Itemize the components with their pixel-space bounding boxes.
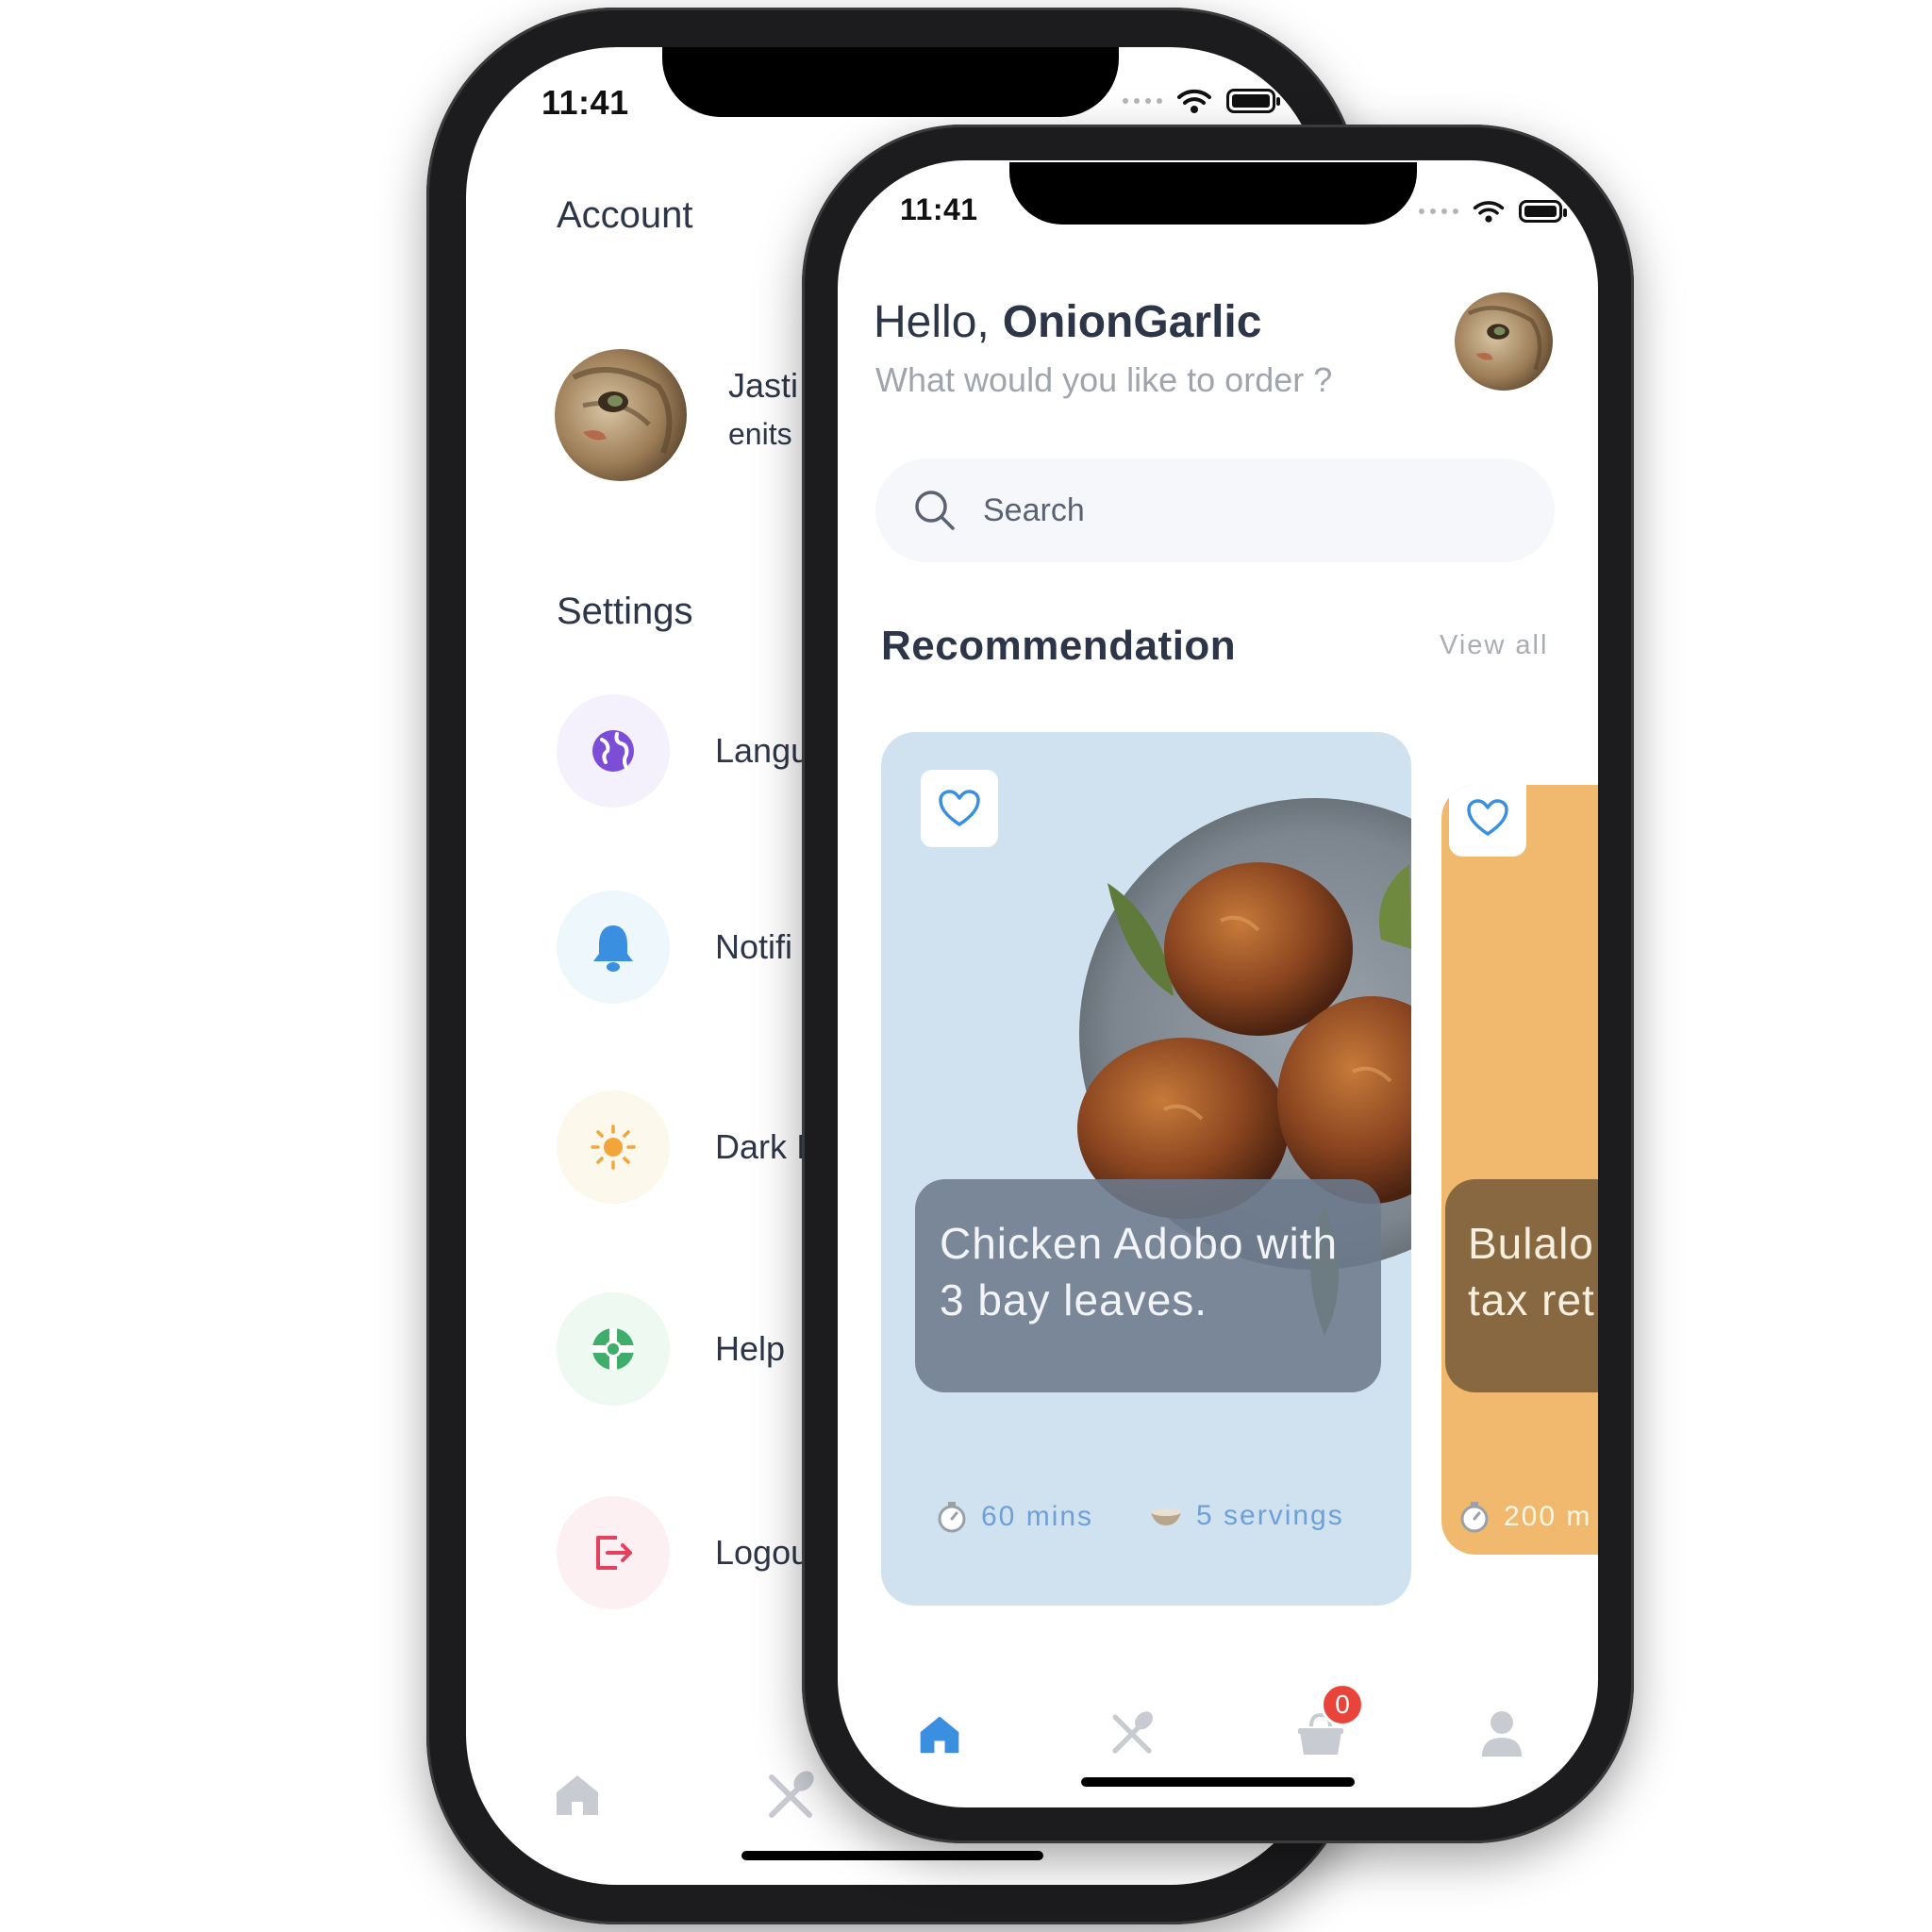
account-status-icons bbox=[1123, 87, 1280, 115]
tab-recipes[interactable] bbox=[1098, 1700, 1166, 1768]
signal-icon bbox=[1123, 98, 1162, 104]
setting-help-label: Help bbox=[715, 1329, 786, 1368]
account-notch bbox=[662, 47, 1119, 117]
recipe-title-2: Bulalo tax ret bbox=[1468, 1219, 1595, 1324]
home-screen: Search Chicken Adobo with 3 bay leaves. … bbox=[838, 160, 1598, 1807]
cart-badge: 0 bbox=[1321, 1683, 1364, 1726]
search-input[interactable]: Search bbox=[983, 492, 1085, 529]
account-tab-home[interactable] bbox=[547, 1764, 608, 1824]
tab-home[interactable] bbox=[906, 1700, 974, 1768]
account-status-time: 11:41 bbox=[541, 83, 629, 122]
stopwatch-icon bbox=[938, 1502, 966, 1533]
setting-logout-label: Logou bbox=[715, 1533, 810, 1572]
setting-logout[interactable]: Logou bbox=[557, 1496, 809, 1609]
recipe-time-label: 60 mins bbox=[981, 1501, 1094, 1532]
setting-dark-mode-label: Dark I bbox=[715, 1127, 807, 1166]
setting-dark-mode[interactable]: Dark I bbox=[557, 1091, 806, 1204]
settings-title: Settings bbox=[557, 591, 693, 632]
home-indicator bbox=[1081, 1777, 1355, 1787]
favorite-button-2[interactable] bbox=[1449, 785, 1526, 857]
home-status-icons bbox=[1419, 198, 1567, 225]
logout-icon-circle bbox=[557, 1496, 670, 1609]
notifications-icon-circle bbox=[557, 891, 670, 1004]
heart-icon bbox=[939, 790, 980, 826]
view-all-link[interactable]: View all bbox=[1440, 630, 1548, 661]
recipe-servings-label: 5 servings bbox=[1196, 1500, 1344, 1531]
account-user-name: Jasti bbox=[728, 366, 799, 405]
setting-notifications-label: Notifi bbox=[715, 927, 793, 966]
account-tab-recipes[interactable] bbox=[760, 1766, 821, 1826]
recipe-time-label-2: 200 m bbox=[1504, 1501, 1592, 1532]
setting-language-label: Langu bbox=[715, 731, 810, 770]
stopwatch-icon bbox=[1460, 1502, 1489, 1533]
recommendation-title: Recommendation bbox=[881, 623, 1237, 669]
recipe-servings: 5 servings bbox=[1149, 1500, 1344, 1532]
sun-icon bbox=[591, 1124, 636, 1170]
username: OnionGarlic bbox=[1002, 297, 1262, 347]
setting-notifications[interactable]: Notifi bbox=[557, 891, 792, 1004]
tab-cart[interactable]: 0 bbox=[1285, 1683, 1364, 1770]
language-icon-circle bbox=[557, 694, 670, 808]
search-icon bbox=[915, 491, 955, 530]
recipe-time-2: 200 m bbox=[1458, 1500, 1591, 1534]
tab-profile[interactable] bbox=[1468, 1700, 1536, 1768]
bell-icon bbox=[593, 925, 633, 972]
account-user-email: enits bbox=[728, 417, 792, 451]
search-bar[interactable]: Search bbox=[875, 458, 1555, 562]
cat-photo bbox=[555, 349, 687, 481]
cat-photo bbox=[1455, 292, 1553, 391]
utensils-icon bbox=[769, 1771, 814, 1818]
recipe-card[interactable]: Chicken Adobo with 3 bay leaves. 60 mins… bbox=[881, 732, 1411, 1606]
recipe-title: Chicken Adobo with 3 bay leaves. bbox=[940, 1219, 1339, 1324]
profile-avatar[interactable] bbox=[1455, 292, 1553, 391]
recipe-card-2[interactable]: Bulalo tax ret 200 m bbox=[1441, 785, 1598, 1555]
setting-help[interactable]: Help bbox=[557, 1292, 785, 1406]
lifebuoy-icon bbox=[592, 1328, 634, 1370]
account-avatar[interactable] bbox=[555, 349, 687, 481]
wifi-icon bbox=[1473, 201, 1505, 223]
utensils-icon bbox=[1112, 1711, 1153, 1754]
globe-icon bbox=[592, 730, 634, 772]
heart-icon bbox=[1467, 799, 1508, 836]
bowl-icon bbox=[1151, 1508, 1181, 1525]
favorite-button[interactable] bbox=[921, 770, 998, 847]
home-status-time: 11:41 bbox=[900, 192, 978, 226]
battery-icon bbox=[1226, 89, 1280, 113]
home-icon bbox=[920, 1716, 959, 1754]
user-icon bbox=[1482, 1711, 1522, 1757]
chicken-adobo-photo bbox=[1077, 798, 1411, 1336]
wifi-icon bbox=[1177, 89, 1211, 113]
dark-mode-icon-circle bbox=[557, 1091, 670, 1204]
greeting-subtitle: What would you like to order ? bbox=[875, 360, 1333, 399]
signal-icon bbox=[1419, 208, 1458, 214]
greeting-text: Hello, bbox=[874, 297, 990, 347]
account-title: Account bbox=[557, 194, 693, 236]
home-notch bbox=[1009, 162, 1417, 225]
home-icon bbox=[557, 1775, 598, 1815]
battery-icon bbox=[1519, 200, 1567, 223]
logout-icon bbox=[596, 1536, 632, 1570]
help-icon-circle bbox=[557, 1292, 670, 1406]
setting-language[interactable]: Langu bbox=[557, 694, 809, 808]
greeting: Hello, OnionGarlic bbox=[874, 296, 1261, 348]
account-home-indicator bbox=[741, 1851, 1043, 1860]
recipe-time: 60 mins bbox=[936, 1500, 1093, 1534]
